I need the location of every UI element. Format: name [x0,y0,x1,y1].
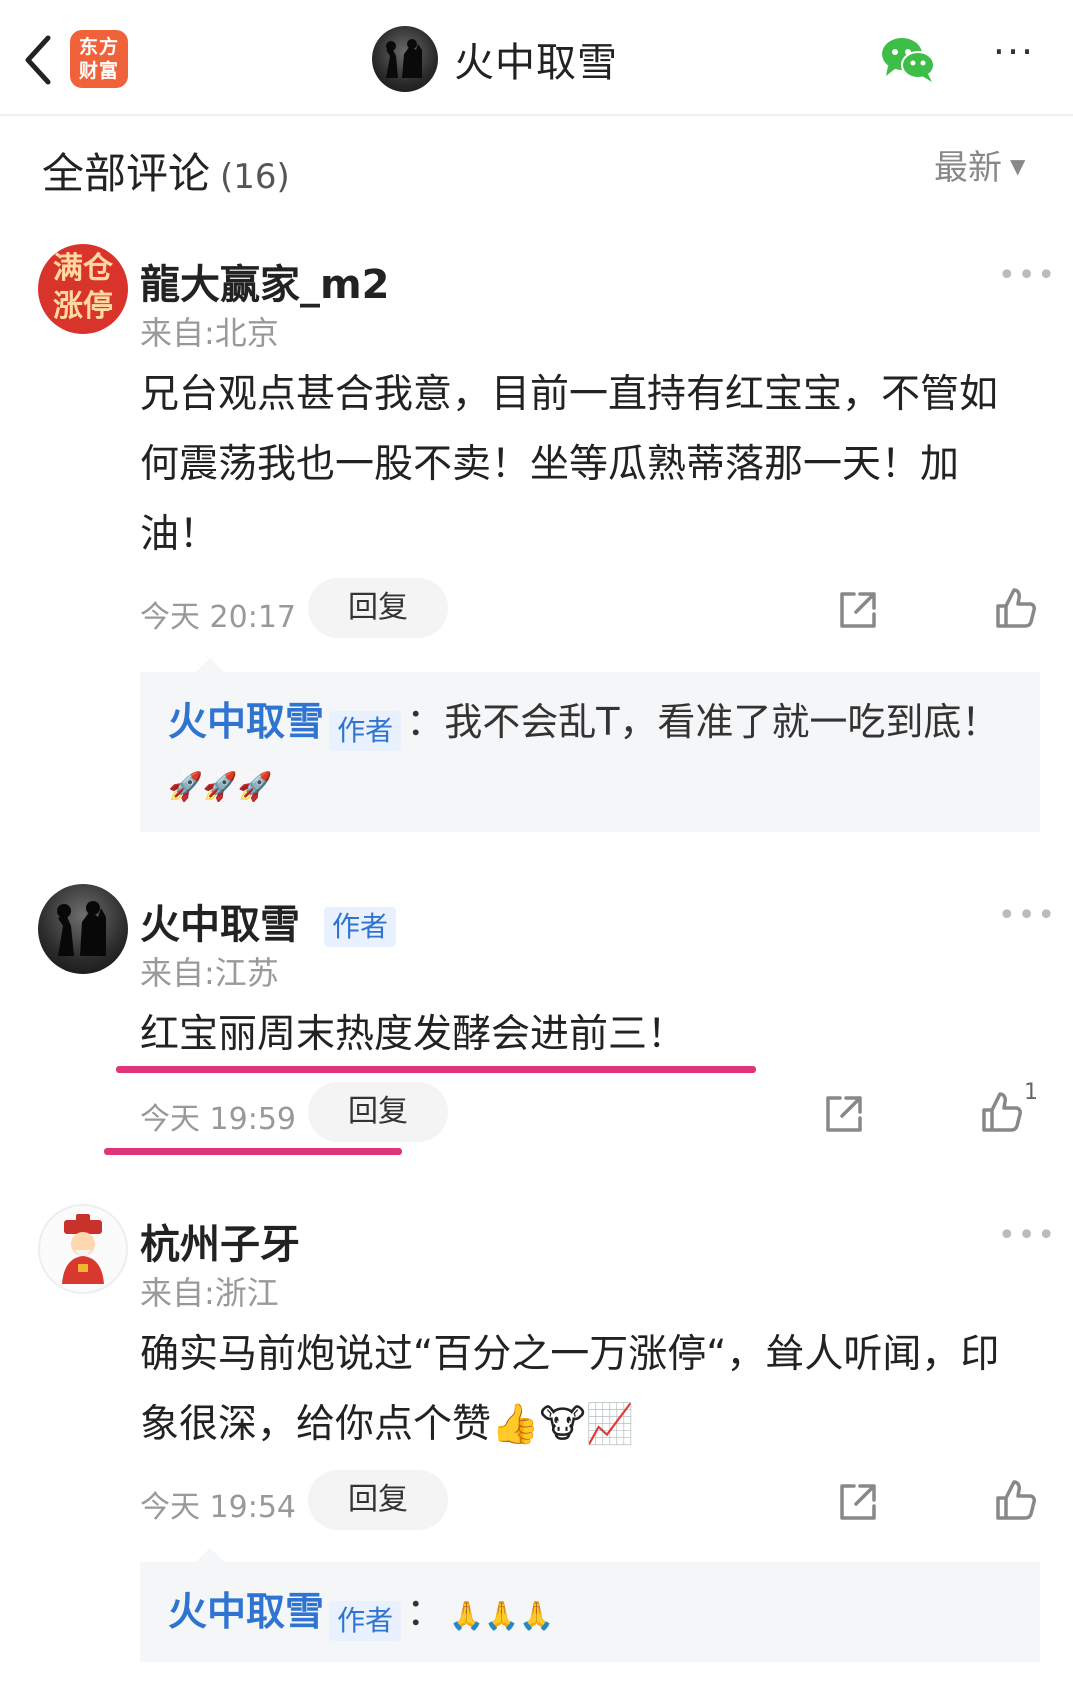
comments-count: (16) [220,157,290,197]
reply-author[interactable]: 火中取雪 [168,1590,324,1635]
author-badge: 作者 [323,907,396,947]
comment-more-button[interactable]: ••• [998,258,1057,293]
thumbs-up-icon[interactable] [994,1478,1038,1522]
chevron-left-icon [25,35,51,85]
comment-text: 红宝丽周末热度发酵会进前三！ [140,1012,687,1057]
user-location: 来自:浙江 [140,1274,279,1312]
reply-line: 火中取雪 作者 ：我不会乱T，看准了就一吃到底！ [168,696,1012,756]
user-name[interactable]: 龍大赢家_m2 [140,252,390,310]
comment-text: 兄台观点甚合我意，目前一直持有红宝宝，不管如何震荡我也一股不卖！坐等瓜熟蒂落那一… [140,372,999,557]
silhouette-icon [386,39,422,78]
comments-page: 东方 财富 火中取雪 ··· 全部评论 (16) 最新 ▼ 满仓涨停 龍大赢家_… [0,0,1073,1692]
fortune-god-icon [62,1214,104,1284]
user-location: 来自:江苏 [140,954,279,992]
avatar[interactable] [38,1204,128,1294]
reply-button[interactable]: 回复 [308,1470,448,1530]
sort-dropdown[interactable]: 最新 ▼ [934,140,1025,189]
silhouette-icon [57,901,106,956]
brand-logo-line1: 东方 [78,36,119,58]
avatar[interactable] [38,884,128,974]
brand-logo-line2: 财富 [78,60,119,82]
sort-label: 最新 [934,148,1002,188]
user-name[interactable]: 火中取雪 作者 [140,892,396,950]
highlight-underline [104,1148,402,1155]
like-count: 1 [1024,1080,1038,1105]
title-avatar [372,26,438,92]
reply-box: 火中取雪 作者 ： 🙏🙏🙏 [140,1548,1040,1662]
comment-time: 今天 19:59 [140,1102,296,1137]
user-name-text: 火中取雪 [140,902,300,948]
share-icon[interactable] [836,1480,880,1524]
comment-time: 今天 19:54 [140,1490,296,1525]
wechat-icon [882,38,935,82]
comment-more-button[interactable]: ••• [998,1218,1057,1253]
comment-text: 确实马前炮说过“百分之一万涨停“，耸人听闻，印象很深，给你点个赞👍🐮📈 [140,1332,1000,1447]
reply-emoji: 🙏🙏🙏 [449,1599,554,1632]
reply-button[interactable]: 回复 [308,1082,448,1142]
back-button[interactable] [16,28,64,92]
comments-section-title: 全部评论 (16) [42,140,290,201]
share-icon[interactable] [822,1092,866,1136]
thumbs-up-icon[interactable] [980,1090,1024,1134]
brand-logo[interactable]: 东方 财富 [70,30,128,88]
comments-title-text: 全部评论 [42,149,211,198]
title-group[interactable]: 火中取雪 [372,24,618,94]
author-badge: 作者 [329,710,402,751]
reply-text: ： [406,1590,445,1634]
reply-line: 火中取雪 作者 ： 🙏🙏🙏 [168,1586,1012,1646]
comment-time: 今天 20:17 [140,600,296,635]
share-icon[interactable] [836,588,880,632]
wechat-share-button[interactable] [880,34,936,84]
thumbs-up-icon[interactable] [994,586,1038,630]
more-options-button[interactable]: ··· [986,33,1042,76]
page-title: 火中取雪 [454,40,618,86]
top-bar: 东方 财富 火中取雪 ··· [0,0,1073,116]
avatar-text: 满仓涨停 [53,251,113,324]
avatar[interactable]: 满仓涨停 [38,244,128,334]
reply-box: 火中取雪 作者 ：我不会乱T，看准了就一吃到底！ 🚀🚀🚀 [140,658,1040,832]
reply-author[interactable]: 火中取雪 [168,700,324,745]
author-badge: 作者 [329,1600,402,1641]
reply-text: ：我不会乱T，看准了就一吃到底！ [406,700,1000,744]
user-location: 来自:北京 [140,314,279,352]
highlight-underline [116,1066,756,1073]
reply-emoji: 🚀🚀🚀 [168,770,273,803]
comment-more-button[interactable]: ••• [998,898,1057,933]
sort-arrow-icon: ▼ [1010,154,1026,178]
user-name[interactable]: 杭州子牙 [140,1212,300,1270]
reply-button[interactable]: 回复 [308,578,448,638]
